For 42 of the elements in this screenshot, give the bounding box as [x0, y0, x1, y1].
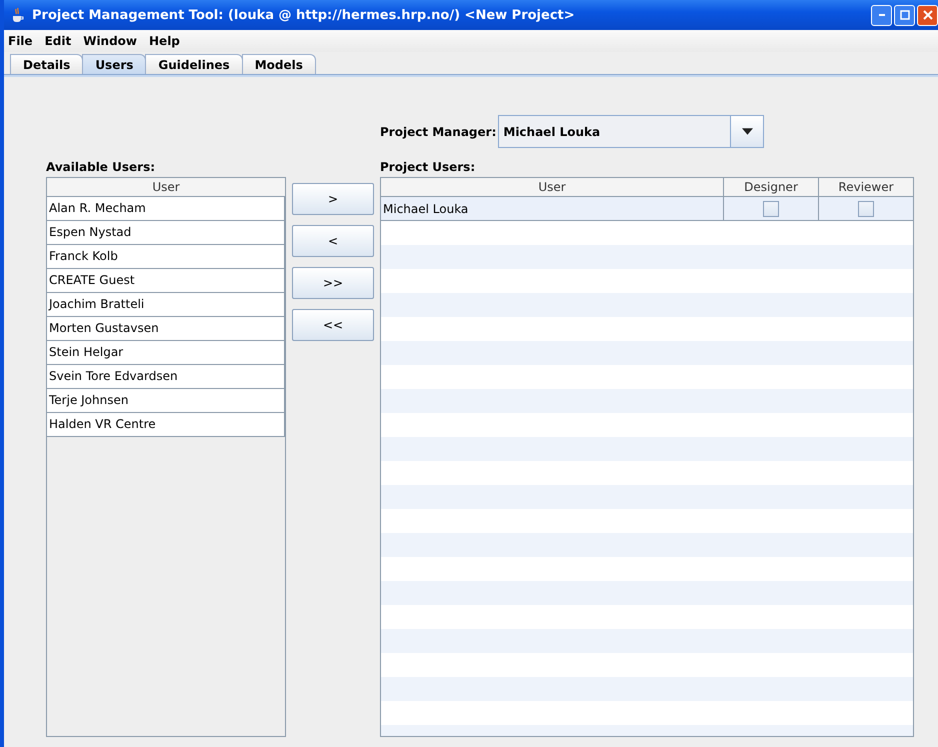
table-cell-text: Michael Louka — [382, 200, 470, 218]
project-manager-label: Project Manager: — [380, 124, 496, 138]
project-manager-dropdown[interactable]: Michael Louka — [498, 115, 764, 148]
available-users-label: Available Users: — [46, 160, 156, 174]
maximize-button[interactable] — [894, 4, 915, 26]
column-header[interactable]: Reviewer — [818, 178, 913, 197]
user-list-item[interactable]: Alan R. Mecham — [47, 197, 285, 221]
user-list-item[interactable]: Terje Johnsen — [47, 389, 285, 413]
coffee-cup-icon — [10, 7, 26, 23]
reviewer-checkbox[interactable] — [858, 200, 874, 216]
column-header[interactable]: Designer — [723, 178, 818, 197]
menu-item[interactable]: Edit — [44, 34, 72, 48]
user-list-item[interactable]: Franck Kolb — [47, 245, 285, 269]
user-list-item[interactable]: Halden VR Centre — [47, 413, 285, 437]
menu-item[interactable]: File — [8, 34, 33, 48]
transfer-button[interactable]: < — [292, 225, 374, 257]
close-button[interactable] — [917, 4, 938, 26]
close-icon — [922, 10, 932, 20]
user-list-item[interactable]: Joachim Bratteli — [47, 293, 285, 317]
dropdown-arrow-icon — [742, 128, 753, 135]
tab[interactable]: Users — [82, 54, 146, 74]
designer-checkbox[interactable] — [763, 200, 779, 216]
column-header[interactable]: User — [381, 178, 723, 197]
minimize-icon — [878, 14, 884, 16]
project-users-label: Project Users: — [380, 160, 476, 174]
menu-item[interactable]: Window — [83, 34, 138, 48]
user-list-item[interactable]: Morten Gustavsen — [47, 317, 285, 341]
tab[interactable]: Details — [10, 54, 84, 74]
maximize-icon — [900, 10, 910, 20]
minimize-button[interactable] — [871, 4, 892, 26]
menu-item[interactable]: Help — [149, 34, 180, 48]
user-list-item[interactable]: Stein Helgar — [47, 341, 285, 365]
tab[interactable]: Models — [242, 54, 316, 74]
user-list-item[interactable]: CREATE Guest — [47, 269, 285, 293]
tab[interactable]: Guidelines — [145, 54, 243, 74]
window-title: Project Management Tool: (louka @ http://hermes.hrp.no/) <New Project> — [32, 8, 576, 22]
user-list-item[interactable]: Espen Nystad — [47, 221, 285, 245]
transfer-button[interactable]: >> — [292, 267, 374, 299]
user-list-item[interactable]: Svein Tore Edvardsen — [47, 365, 285, 389]
transfer-button[interactable]: > — [292, 183, 374, 215]
column-header[interactable]: User — [47, 178, 285, 197]
transfer-button[interactable]: << — [292, 309, 374, 341]
